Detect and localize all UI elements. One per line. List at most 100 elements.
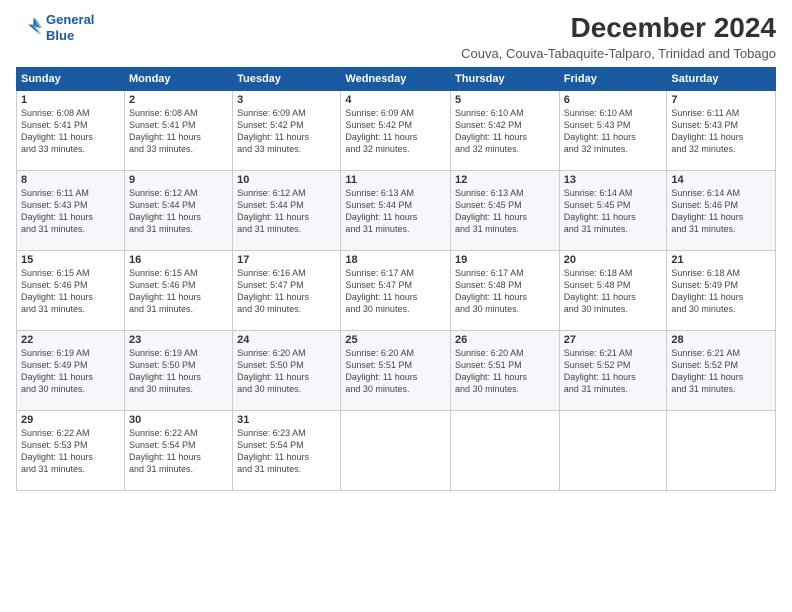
calendar-cell	[341, 411, 451, 491]
day-info: Sunrise: 6:11 AM Sunset: 5:43 PM Dayligh…	[21, 187, 120, 236]
calendar-cell: 9Sunrise: 6:12 AM Sunset: 5:44 PM Daylig…	[124, 171, 232, 251]
day-info: Sunrise: 6:13 AM Sunset: 5:44 PM Dayligh…	[345, 187, 446, 236]
calendar-cell	[667, 411, 776, 491]
day-number: 27	[564, 334, 663, 346]
day-number: 12	[455, 174, 555, 186]
calendar-cell: 26Sunrise: 6:20 AM Sunset: 5:51 PM Dayli…	[451, 331, 560, 411]
day-info: Sunrise: 6:10 AM Sunset: 5:43 PM Dayligh…	[564, 107, 663, 156]
day-info: Sunrise: 6:15 AM Sunset: 5:46 PM Dayligh…	[21, 267, 120, 316]
calendar-cell: 17Sunrise: 6:16 AM Sunset: 5:47 PM Dayli…	[233, 251, 341, 331]
title-section: December 2024 Couva, Couva-Tabaquite-Tal…	[461, 12, 776, 61]
calendar-cell: 21Sunrise: 6:18 AM Sunset: 5:49 PM Dayli…	[667, 251, 776, 331]
day-info: Sunrise: 6:11 AM Sunset: 5:43 PM Dayligh…	[671, 107, 771, 156]
day-number: 9	[129, 174, 228, 186]
day-info: Sunrise: 6:13 AM Sunset: 5:45 PM Dayligh…	[455, 187, 555, 236]
calendar-header-monday: Monday	[124, 68, 232, 91]
day-info: Sunrise: 6:19 AM Sunset: 5:49 PM Dayligh…	[21, 347, 120, 396]
day-number: 16	[129, 254, 228, 266]
calendar-cell: 11Sunrise: 6:13 AM Sunset: 5:44 PM Dayli…	[341, 171, 451, 251]
calendar-header-saturday: Saturday	[667, 68, 776, 91]
calendar-header-wednesday: Wednesday	[341, 68, 451, 91]
calendar-cell: 20Sunrise: 6:18 AM Sunset: 5:48 PM Dayli…	[559, 251, 667, 331]
day-number: 11	[345, 174, 446, 186]
day-number: 22	[21, 334, 120, 346]
calendar-cell: 30Sunrise: 6:22 AM Sunset: 5:54 PM Dayli…	[124, 411, 232, 491]
calendar-cell: 29Sunrise: 6:22 AM Sunset: 5:53 PM Dayli…	[17, 411, 125, 491]
day-info: Sunrise: 6:19 AM Sunset: 5:50 PM Dayligh…	[129, 347, 228, 396]
day-number: 1	[21, 94, 120, 106]
calendar-week-5: 29Sunrise: 6:22 AM Sunset: 5:53 PM Dayli…	[17, 411, 776, 491]
calendar-week-3: 15Sunrise: 6:15 AM Sunset: 5:46 PM Dayli…	[17, 251, 776, 331]
day-number: 5	[455, 94, 555, 106]
calendar-cell: 10Sunrise: 6:12 AM Sunset: 5:44 PM Dayli…	[233, 171, 341, 251]
calendar-header-sunday: Sunday	[17, 68, 125, 91]
day-number: 8	[21, 174, 120, 186]
calendar-cell: 23Sunrise: 6:19 AM Sunset: 5:50 PM Dayli…	[124, 331, 232, 411]
day-number: 24	[237, 334, 336, 346]
day-info: Sunrise: 6:21 AM Sunset: 5:52 PM Dayligh…	[671, 347, 771, 396]
calendar-cell: 31Sunrise: 6:23 AM Sunset: 5:54 PM Dayli…	[233, 411, 341, 491]
logo-icon	[16, 14, 44, 42]
calendar-header-thursday: Thursday	[451, 68, 560, 91]
day-info: Sunrise: 6:23 AM Sunset: 5:54 PM Dayligh…	[237, 427, 336, 476]
day-info: Sunrise: 6:20 AM Sunset: 5:51 PM Dayligh…	[455, 347, 555, 396]
day-info: Sunrise: 6:20 AM Sunset: 5:50 PM Dayligh…	[237, 347, 336, 396]
day-number: 7	[671, 94, 771, 106]
day-info: Sunrise: 6:08 AM Sunset: 5:41 PM Dayligh…	[21, 107, 120, 156]
day-info: Sunrise: 6:15 AM Sunset: 5:46 PM Dayligh…	[129, 267, 228, 316]
day-number: 23	[129, 334, 228, 346]
day-info: Sunrise: 6:14 AM Sunset: 5:46 PM Dayligh…	[671, 187, 771, 236]
day-info: Sunrise: 6:17 AM Sunset: 5:48 PM Dayligh…	[455, 267, 555, 316]
calendar-cell: 16Sunrise: 6:15 AM Sunset: 5:46 PM Dayli…	[124, 251, 232, 331]
day-info: Sunrise: 6:21 AM Sunset: 5:52 PM Dayligh…	[564, 347, 663, 396]
day-number: 14	[671, 174, 771, 186]
day-number: 31	[237, 414, 336, 426]
calendar-cell: 27Sunrise: 6:21 AM Sunset: 5:52 PM Dayli…	[559, 331, 667, 411]
calendar-cell: 19Sunrise: 6:17 AM Sunset: 5:48 PM Dayli…	[451, 251, 560, 331]
day-info: Sunrise: 6:22 AM Sunset: 5:53 PM Dayligh…	[21, 427, 120, 476]
logo: General Blue	[16, 12, 94, 43]
day-info: Sunrise: 6:10 AM Sunset: 5:42 PM Dayligh…	[455, 107, 555, 156]
calendar-cell: 18Sunrise: 6:17 AM Sunset: 5:47 PM Dayli…	[341, 251, 451, 331]
day-info: Sunrise: 6:12 AM Sunset: 5:44 PM Dayligh…	[237, 187, 336, 236]
calendar-week-1: 1Sunrise: 6:08 AM Sunset: 5:41 PM Daylig…	[17, 91, 776, 171]
day-number: 25	[345, 334, 446, 346]
logo-line1: General	[46, 12, 94, 27]
day-info: Sunrise: 6:09 AM Sunset: 5:42 PM Dayligh…	[237, 107, 336, 156]
calendar-cell	[559, 411, 667, 491]
day-info: Sunrise: 6:18 AM Sunset: 5:48 PM Dayligh…	[564, 267, 663, 316]
calendar-cell: 1Sunrise: 6:08 AM Sunset: 5:41 PM Daylig…	[17, 91, 125, 171]
calendar-cell: 7Sunrise: 6:11 AM Sunset: 5:43 PM Daylig…	[667, 91, 776, 171]
calendar-header-friday: Friday	[559, 68, 667, 91]
calendar-cell: 6Sunrise: 6:10 AM Sunset: 5:43 PM Daylig…	[559, 91, 667, 171]
calendar-cell	[451, 411, 560, 491]
day-number: 15	[21, 254, 120, 266]
calendar-header-tuesday: Tuesday	[233, 68, 341, 91]
calendar-cell: 13Sunrise: 6:14 AM Sunset: 5:45 PM Dayli…	[559, 171, 667, 251]
page: General Blue December 2024 Couva, Couva-…	[0, 0, 792, 612]
day-number: 2	[129, 94, 228, 106]
day-info: Sunrise: 6:12 AM Sunset: 5:44 PM Dayligh…	[129, 187, 228, 236]
day-number: 19	[455, 254, 555, 266]
day-number: 6	[564, 94, 663, 106]
day-info: Sunrise: 6:09 AM Sunset: 5:42 PM Dayligh…	[345, 107, 446, 156]
day-number: 30	[129, 414, 228, 426]
day-number: 17	[237, 254, 336, 266]
month-title: December 2024	[461, 12, 776, 44]
day-info: Sunrise: 6:20 AM Sunset: 5:51 PM Dayligh…	[345, 347, 446, 396]
calendar-cell: 28Sunrise: 6:21 AM Sunset: 5:52 PM Dayli…	[667, 331, 776, 411]
logo-text: General Blue	[46, 12, 94, 43]
day-number: 4	[345, 94, 446, 106]
calendar-cell: 25Sunrise: 6:20 AM Sunset: 5:51 PM Dayli…	[341, 331, 451, 411]
day-number: 3	[237, 94, 336, 106]
day-info: Sunrise: 6:08 AM Sunset: 5:41 PM Dayligh…	[129, 107, 228, 156]
day-number: 20	[564, 254, 663, 266]
day-number: 21	[671, 254, 771, 266]
calendar-week-4: 22Sunrise: 6:19 AM Sunset: 5:49 PM Dayli…	[17, 331, 776, 411]
calendar-cell: 22Sunrise: 6:19 AM Sunset: 5:49 PM Dayli…	[17, 331, 125, 411]
day-info: Sunrise: 6:22 AM Sunset: 5:54 PM Dayligh…	[129, 427, 228, 476]
day-info: Sunrise: 6:18 AM Sunset: 5:49 PM Dayligh…	[671, 267, 771, 316]
calendar-cell: 24Sunrise: 6:20 AM Sunset: 5:50 PM Dayli…	[233, 331, 341, 411]
calendar-cell: 4Sunrise: 6:09 AM Sunset: 5:42 PM Daylig…	[341, 91, 451, 171]
day-number: 18	[345, 254, 446, 266]
